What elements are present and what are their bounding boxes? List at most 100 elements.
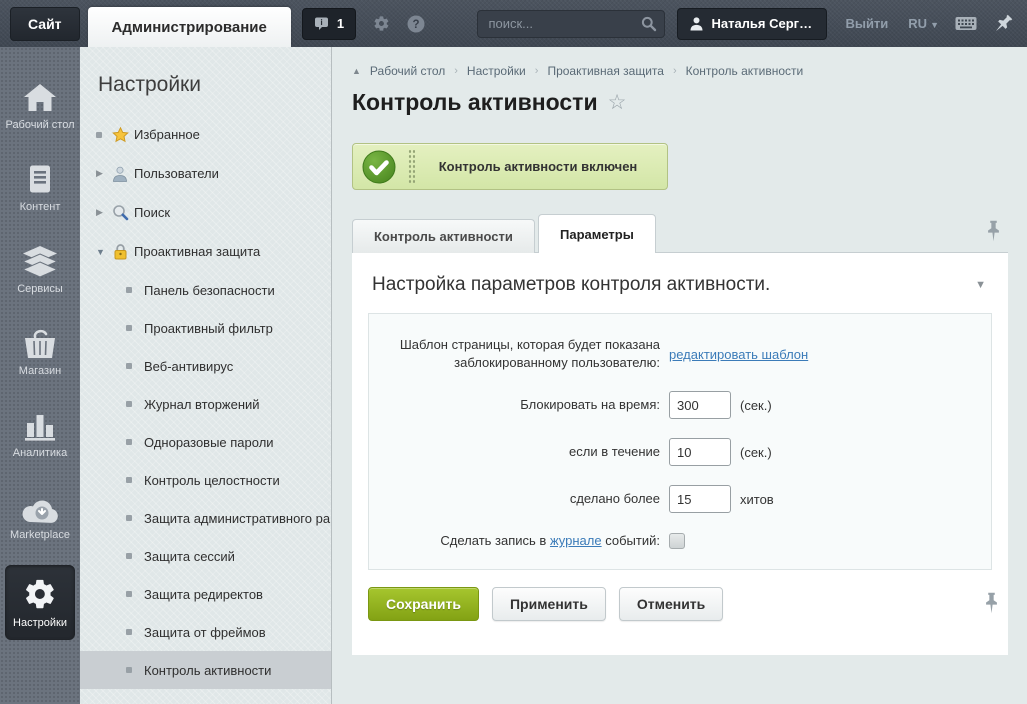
rail-item-settings[interactable]: Настройки [5, 565, 75, 640]
menu-subitem-intrusion-log[interactable]: Журнал вторжений [80, 385, 331, 423]
rail-item-label: Настройки [5, 617, 75, 630]
bullet-icon [126, 553, 132, 559]
notification-count: 1 [337, 16, 344, 31]
menu-subitem-session-protection[interactable]: Защита сессий [80, 537, 331, 575]
status-banner-text: Контроль активности включен [415, 159, 667, 174]
lock-icon [112, 243, 134, 260]
rail-item-label: Сервисы [0, 283, 80, 296]
form-row-template: Шаблон страницы, которая будет показана … [369, 336, 991, 372]
user-menu-button[interactable]: Наталья Серге… [677, 8, 827, 40]
pin-icon[interactable] [985, 592, 998, 619]
breadcrumb-separator: › [673, 65, 677, 77]
topbar: Сайт Администрирование i 1 ? Наталья Сер… [0, 0, 1027, 47]
menu-item-label: Избранное [134, 127, 200, 142]
menu-item-label: Проактивная защита [134, 244, 260, 259]
form-row-during: если в течение (сек.) [369, 438, 991, 466]
favorite-star-icon[interactable]: ☆ [608, 90, 627, 115]
menu-subitem-web-antivirus[interactable]: Веб-антивирус [80, 347, 331, 385]
rail-item-marketplace[interactable]: Marketplace [0, 483, 80, 548]
bullet-icon [126, 363, 132, 369]
logout-link[interactable]: Выйти [845, 16, 888, 31]
menu-subitem-label: Контроль целостности [144, 473, 280, 488]
breadcrumb-item[interactable]: Проактивная защита [547, 64, 664, 78]
bullet-icon [126, 287, 132, 293]
collapse-chevron-icon[interactable]: ▼ [975, 279, 986, 291]
language-selector[interactable]: RU▼ [908, 16, 939, 31]
settings-menu-panel: Настройки Избранное ▶ Пользователи ▶ [80, 47, 332, 704]
settings-form: Шаблон страницы, которая будет показана … [368, 313, 992, 570]
rail-item-content[interactable]: Контент [0, 155, 80, 220]
hits-input[interactable] [669, 485, 731, 513]
breadcrumb-separator: › [535, 65, 539, 77]
breadcrumb-item[interactable]: Рабочий стол [370, 64, 445, 78]
menu-subitem-integrity-control[interactable]: Контроль целостности [80, 461, 331, 499]
log-checkbox[interactable] [669, 533, 685, 549]
rail-item-desktop[interactable]: Рабочий стол [0, 73, 80, 138]
breadcrumb-item[interactable]: Контроль активности [686, 64, 804, 78]
search-icon[interactable] [641, 16, 657, 37]
search-icon [112, 204, 134, 221]
tab-activity-control[interactable]: Контроль активности [352, 219, 535, 253]
menu-subitem-redirect-protection[interactable]: Защита редиректов [80, 575, 331, 613]
cancel-button[interactable]: Отменить [619, 587, 723, 621]
form-row-log: Сделать запись в журнале событий: [369, 532, 991, 550]
menu-subitem-frame-protection[interactable]: Защита от фреймов [80, 613, 331, 651]
cloud-download-icon [0, 489, 80, 523]
site-tab[interactable]: Сайт [10, 7, 80, 41]
journal-link[interactable]: журнале [550, 533, 602, 548]
menu-subitem-label: Защита от фреймов [144, 625, 266, 640]
notifications-button[interactable]: i 1 [302, 8, 356, 40]
menu-subitem-label: Защита административного ра [144, 511, 330, 526]
tab-parameters[interactable]: Параметры [538, 214, 656, 253]
bullet-icon [126, 401, 132, 407]
gear-icon [5, 577, 75, 611]
settings-gear-icon[interactable] [373, 15, 390, 32]
log-label-prefix: Сделать запись в [440, 533, 546, 548]
block-time-input[interactable] [669, 391, 731, 419]
svg-text:?: ? [413, 19, 420, 31]
home-icon [0, 79, 80, 113]
settings-panel: Настройка параметров контроля активности… [352, 253, 1008, 655]
rail-item-services[interactable]: Сервисы [0, 237, 80, 302]
pin-icon[interactable] [993, 14, 1013, 34]
keyboard-icon[interactable] [955, 16, 977, 31]
menu-item-proactive-protection[interactable]: ▼ Проактивная защита [80, 232, 331, 271]
topbar-search [477, 10, 665, 38]
svg-text:i: i [320, 17, 322, 27]
menu-subitem-activity-control[interactable]: Контроль активности [80, 651, 331, 689]
menu-item-favorites[interactable]: Избранное [80, 115, 331, 154]
menu-subitem-security-panel[interactable]: Панель безопасности [80, 271, 331, 309]
menu-subitem-label: Одноразовые пароли [144, 435, 274, 450]
save-button[interactable]: Сохранить [368, 587, 479, 621]
menu-subitem-label: Контроль активности [144, 663, 271, 678]
language-label: RU [908, 16, 927, 31]
apply-button[interactable]: Применить [492, 587, 606, 621]
page-title: Контроль активности [352, 89, 598, 116]
search-input[interactable] [477, 10, 665, 38]
edit-template-link[interactable]: редактировать шаблон [669, 347, 808, 362]
during-input[interactable] [669, 438, 731, 466]
breadcrumb-home-icon[interactable]: ▲ [352, 66, 361, 76]
menu-list: Избранное ▶ Пользователи ▶ Поиск ▼ [80, 115, 331, 689]
bullet-icon [126, 439, 132, 445]
rail-item-shop[interactable]: Магазин [0, 319, 80, 384]
menu-subitem-proactive-filter[interactable]: Проактивный фильтр [80, 309, 331, 347]
admin-tab[interactable]: Администрирование [88, 7, 291, 47]
panel-header: Настройка параметров контроля активности… [368, 253, 992, 313]
pin-icon[interactable] [987, 220, 1000, 247]
menu-subitem-label: Веб-антивирус [144, 359, 233, 374]
rail-item-label: Аналитика [0, 447, 80, 460]
menu-subitem-one-time-passwords[interactable]: Одноразовые пароли [80, 423, 331, 461]
rail-item-analytics[interactable]: Аналитика [0, 401, 80, 466]
basket-icon [0, 325, 80, 359]
help-icon[interactable]: ? [407, 15, 425, 33]
breadcrumb-item[interactable]: Настройки [467, 64, 526, 78]
rail-item-label: Рабочий стол [0, 119, 80, 132]
menu-item-users[interactable]: ▶ Пользователи [80, 154, 331, 193]
document-icon [0, 161, 80, 195]
menu-item-search[interactable]: ▶ Поиск [80, 193, 331, 232]
notification-bubble-icon: i [314, 17, 330, 31]
menu-subitem-admin-section-protection[interactable]: Защита административного ра [80, 499, 331, 537]
menu-item-label: Поиск [134, 205, 170, 220]
user-icon [690, 17, 703, 31]
